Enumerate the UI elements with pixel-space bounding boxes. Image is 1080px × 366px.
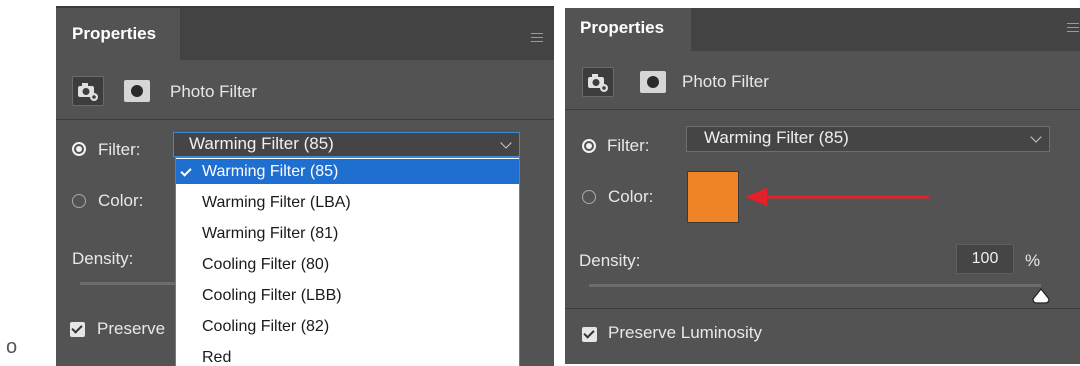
right-preserve-checkbox[interactable] <box>582 327 597 342</box>
layer-mask-icon <box>124 80 150 102</box>
slider-handle-icon[interactable] <box>1031 288 1051 304</box>
density-value-field[interactable]: 100 <box>956 244 1014 274</box>
left-tab-properties[interactable]: Properties <box>56 8 180 60</box>
right-color-label: Color: <box>608 187 654 206</box>
left-divider <box>56 119 554 120</box>
left-density-label: Density: <box>72 249 134 268</box>
right-density-slider[interactable] <box>589 284 1041 287</box>
stray-text: o <box>6 336 18 358</box>
red-arrow-annotation <box>745 188 929 206</box>
left-color-radio[interactable] <box>72 194 86 208</box>
left-preserve-label: Preserve <box>97 319 166 338</box>
left-properties-panel: Properties Photo Filter Filter: Warming … <box>56 6 554 366</box>
chevron-down-icon <box>1030 131 1042 143</box>
checkmark-icon <box>180 165 192 177</box>
right-divider <box>565 109 1080 110</box>
camera-adjustment-icon <box>582 67 614 97</box>
right-tab-bar: Properties <box>565 8 1080 51</box>
layer-mask-icon <box>640 71 666 93</box>
dropdown-item[interactable]: Cooling Filter (LBB) <box>176 283 519 308</box>
filter-dropdown-list: Warming Filter (85) Warming Filter (LBA)… <box>175 157 520 366</box>
left-filter-select[interactable]: Warming Filter (85) <box>173 132 520 157</box>
dropdown-item[interactable]: Warming Filter (81) <box>176 221 519 246</box>
density-unit: % <box>1025 251 1041 270</box>
panel-menu-icon[interactable] <box>1067 23 1079 32</box>
right-adjustment-name: Photo Filter <box>682 72 769 91</box>
left-preserve-checkbox[interactable] <box>70 322 85 337</box>
dropdown-item[interactable]: Warming Filter (85) <box>176 159 519 184</box>
right-tab-title: Properties <box>580 18 665 37</box>
left-adjustment-name: Photo Filter <box>170 82 257 101</box>
left-filter-label: Filter: <box>98 140 141 159</box>
right-preserve-label: Preserve Luminosity <box>608 323 763 342</box>
right-divider-2 <box>565 308 1080 309</box>
left-filter-select-value: Warming Filter (85) <box>189 134 334 153</box>
camera-adjustment-icon <box>72 76 104 106</box>
chevron-down-icon <box>500 137 512 149</box>
dropdown-item[interactable]: Red <box>176 345 519 366</box>
right-tab-properties[interactable]: Properties <box>565 8 691 51</box>
left-density-slider[interactable] <box>80 282 180 285</box>
right-color-radio[interactable] <box>582 190 596 204</box>
dropdown-item[interactable]: Warming Filter (LBA) <box>176 190 519 215</box>
right-filter-label: Filter: <box>607 136 650 155</box>
right-properties-panel: Properties Photo Filter Filter: Warming … <box>565 8 1080 364</box>
right-filter-select-value: Warming Filter (85) <box>704 128 849 147</box>
dropdown-item[interactable]: Cooling Filter (82) <box>176 314 519 339</box>
left-tab-title: Properties <box>72 24 157 43</box>
dropdown-item[interactable]: Cooling Filter (80) <box>176 252 519 277</box>
right-filter-radio[interactable] <box>582 139 596 153</box>
left-filter-radio[interactable] <box>72 142 86 156</box>
panel-menu-icon[interactable] <box>531 33 543 42</box>
right-density-label: Density: <box>579 251 641 270</box>
left-tab-bar: Properties <box>56 8 554 60</box>
left-color-label: Color: <box>98 191 144 210</box>
right-filter-select[interactable]: Warming Filter (85) <box>686 126 1050 152</box>
color-swatch[interactable] <box>687 171 739 223</box>
